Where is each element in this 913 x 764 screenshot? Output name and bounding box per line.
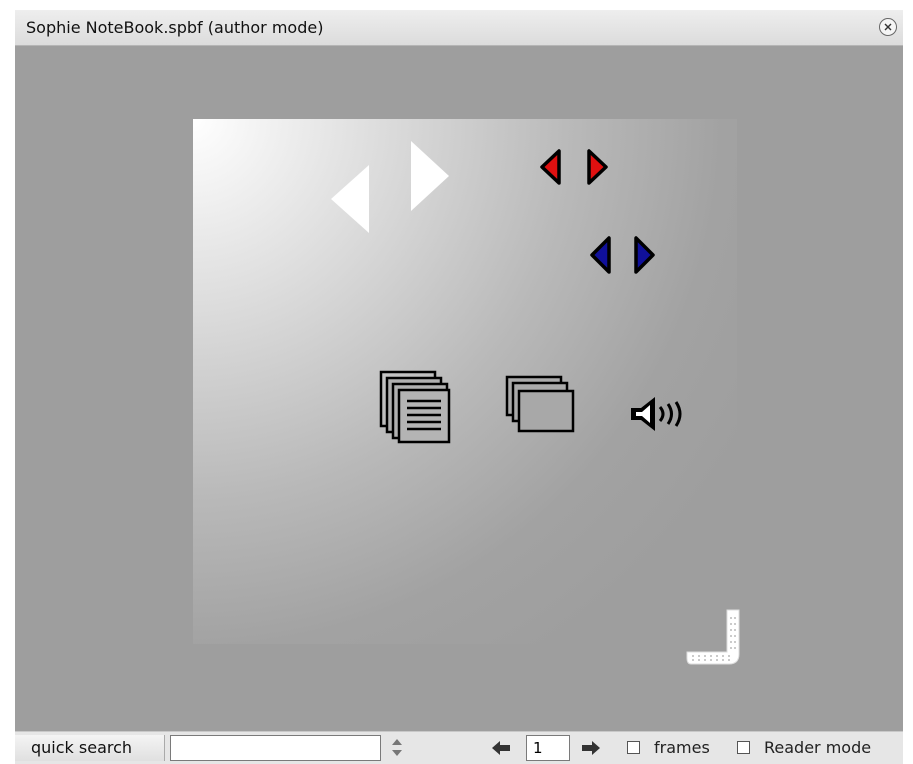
reader-mode-checkbox[interactable] — [737, 741, 750, 754]
next-blue-arrow-icon[interactable] — [630, 236, 656, 274]
next-page-white-arrow-icon[interactable] — [411, 141, 449, 211]
notebook-page[interactable] — [193, 119, 740, 665]
reader-mode-label: Reader mode — [764, 738, 872, 757]
frames-stack-icon[interactable] — [505, 375, 577, 435]
frames-label: frames — [654, 738, 710, 757]
frames-checkbox[interactable] — [627, 741, 640, 754]
notebook-window: Sophie NoteBook.spbf (author mode) quick… — [0, 0, 913, 764]
speaker-icon[interactable] — [627, 394, 707, 434]
quick-search-input[interactable] — [170, 735, 381, 761]
title-bar: Sophie NoteBook.spbf (author mode) — [15, 10, 903, 46]
quick-search-button[interactable]: quick search — [15, 735, 165, 761]
document-stack-icon[interactable] — [379, 370, 453, 445]
page-number-field[interactable] — [526, 735, 570, 761]
prev-page-white-arrow-icon[interactable] — [331, 165, 369, 233]
prev-red-arrow-icon[interactable] — [539, 149, 565, 185]
close-button[interactable] — [879, 18, 897, 36]
next-page-arrow-icon[interactable] — [581, 739, 601, 757]
window-title: Sophie NoteBook.spbf (author mode) — [26, 18, 324, 37]
workspace — [15, 46, 903, 731]
next-red-arrow-icon[interactable] — [583, 149, 609, 185]
search-up-down-icon[interactable] — [391, 736, 403, 760]
previous-page-arrow-icon[interactable] — [491, 739, 511, 757]
resize-corner-handle[interactable] — [683, 606, 743, 666]
status-bar: quick search frames Reader mode — [15, 731, 903, 764]
close-icon — [884, 23, 892, 31]
prev-blue-arrow-icon[interactable] — [589, 236, 615, 274]
